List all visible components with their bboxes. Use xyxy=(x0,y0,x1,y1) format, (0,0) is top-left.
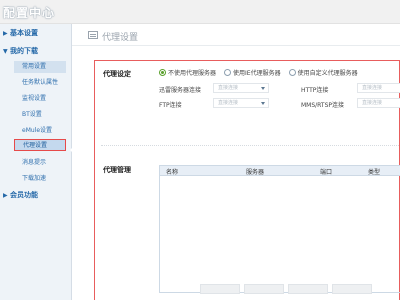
dropdown-arrow-icon xyxy=(261,87,265,90)
sidebar-item-label: 下载加速 xyxy=(22,175,47,182)
select-value: 直接连接 xyxy=(362,100,383,106)
footer-button-4[interactable] xyxy=(332,284,372,294)
radio-unchecked-icon xyxy=(288,69,296,76)
sidebar-item-emule[interactable]: eMule设置 xyxy=(14,125,66,137)
radio-label: 使用IE代理服务器 xyxy=(233,70,281,77)
column-header-server: 服务器 xyxy=(246,169,265,176)
sidebar-item-common[interactable]: 常用设置 xyxy=(14,61,66,73)
sidebar-item-proxy[interactable]: 代理设置 xyxy=(14,139,66,151)
sidebar-item-label: 消息提示 xyxy=(22,159,47,166)
app-title: 配置中心 xyxy=(3,6,56,20)
sidebar-group-label: 会员功能 xyxy=(10,191,38,199)
column-header-name: 名称 xyxy=(166,169,179,176)
chevron-down-icon: ▼ xyxy=(3,48,8,55)
mms-rtsp-select[interactable]: 直接连接 xyxy=(357,98,400,108)
sidebar-item-notifications[interactable]: 消息提示 xyxy=(14,157,66,169)
table-header: 名称 服务器 端口 类型 xyxy=(160,166,400,176)
mms-rtsp-label: MMS/RTSP连接 xyxy=(301,102,345,109)
chevron-right-icon: ▶ xyxy=(3,30,8,37)
sidebar: ▶ 基本设置 ▼ 我的下载 常用设置 任务默认属性 监视设置 BT设置 eMule设… xyxy=(0,24,72,300)
radio-custom-proxy[interactable]: 使用自定义代理服务器 xyxy=(288,68,358,77)
sidebar-item-label: 监视设置 xyxy=(22,95,47,102)
thunder-server-select[interactable]: 直接连接 xyxy=(213,83,269,93)
sidebar-item-bt[interactable]: BT设置 xyxy=(14,109,66,121)
ftp-label: FTP连接 xyxy=(159,102,182,109)
sidebar-group-label: 基本设置 xyxy=(10,29,38,37)
radio-ie-proxy[interactable]: 使用IE代理服务器 xyxy=(224,68,281,77)
sidebar-group-label: 我的下载 xyxy=(10,47,38,55)
sidebar-item-label: BT设置 xyxy=(22,111,42,118)
footer-button-1[interactable] xyxy=(200,284,240,294)
sidebar-item-monitor[interactable]: 监视设置 xyxy=(14,93,66,105)
proxy-management-label: 代理管理 xyxy=(103,166,131,174)
sidebar-item-acceleration[interactable]: 下载加速 xyxy=(14,173,66,185)
select-value: 直接连接 xyxy=(362,85,383,91)
radio-label: 不使用代理服务器 xyxy=(168,70,217,77)
sidebar-group-downloads[interactable]: ▼ 我的下载 xyxy=(3,46,38,56)
sidebar-item-label: 代理设置 xyxy=(23,142,48,149)
sidebar-item-label: 任务默认属性 xyxy=(22,79,59,86)
sidebar-group-basic[interactable]: ▶ 基本设置 xyxy=(3,28,38,38)
select-value: 直接连接 xyxy=(218,85,239,91)
page-title: 代理设置 xyxy=(102,33,139,43)
section-divider xyxy=(101,145,400,146)
proxy-panel: 代理设定 不使用代理服务器 使用IE代理服务器 使用自定义代理服务器 迅雷服务器… xyxy=(94,60,400,300)
proxy-mode-radio-group: 不使用代理服务器 使用IE代理服务器 使用自定义代理服务器 xyxy=(159,68,358,77)
title-bar: 配置中心 xyxy=(0,0,400,24)
sidebar-group-member[interactable]: ▶ 会员功能 xyxy=(3,190,38,200)
sidebar-item-label: 常用设置 xyxy=(22,63,47,70)
main-content: 代理设置 代理设定 不使用代理服务器 使用IE代理服务器 使用自定义代理服务器 … xyxy=(72,24,400,300)
sidebar-item-task-defaults[interactable]: 任务默认属性 xyxy=(14,77,66,89)
column-header-type: 类型 xyxy=(368,169,381,176)
proxy-settings-label: 代理设定 xyxy=(103,70,131,78)
page-header: 代理设置 xyxy=(72,24,400,46)
http-select[interactable]: 直接连接 xyxy=(357,83,400,93)
select-value: 直接连接 xyxy=(218,100,239,106)
radio-label: 使用自定义代理服务器 xyxy=(297,70,358,77)
radio-unchecked-icon xyxy=(224,69,232,76)
thunder-server-label: 迅雷服务器连接 xyxy=(159,87,202,94)
settings-page-icon xyxy=(88,31,98,39)
radio-no-proxy[interactable]: 不使用代理服务器 xyxy=(159,68,216,77)
footer-button-2[interactable] xyxy=(244,284,284,294)
chevron-right-icon: ▶ xyxy=(3,192,8,199)
footer-button-3[interactable] xyxy=(288,284,328,294)
proxy-table[interactable]: 名称 服务器 端口 类型 xyxy=(159,165,400,293)
sidebar-item-label: eMule设置 xyxy=(22,127,53,134)
column-header-port: 端口 xyxy=(320,169,333,176)
http-label: HTTP连接 xyxy=(301,87,329,94)
ftp-select[interactable]: 直接连接 xyxy=(213,98,269,108)
radio-checked-icon xyxy=(159,69,166,76)
dropdown-arrow-icon xyxy=(261,102,265,105)
